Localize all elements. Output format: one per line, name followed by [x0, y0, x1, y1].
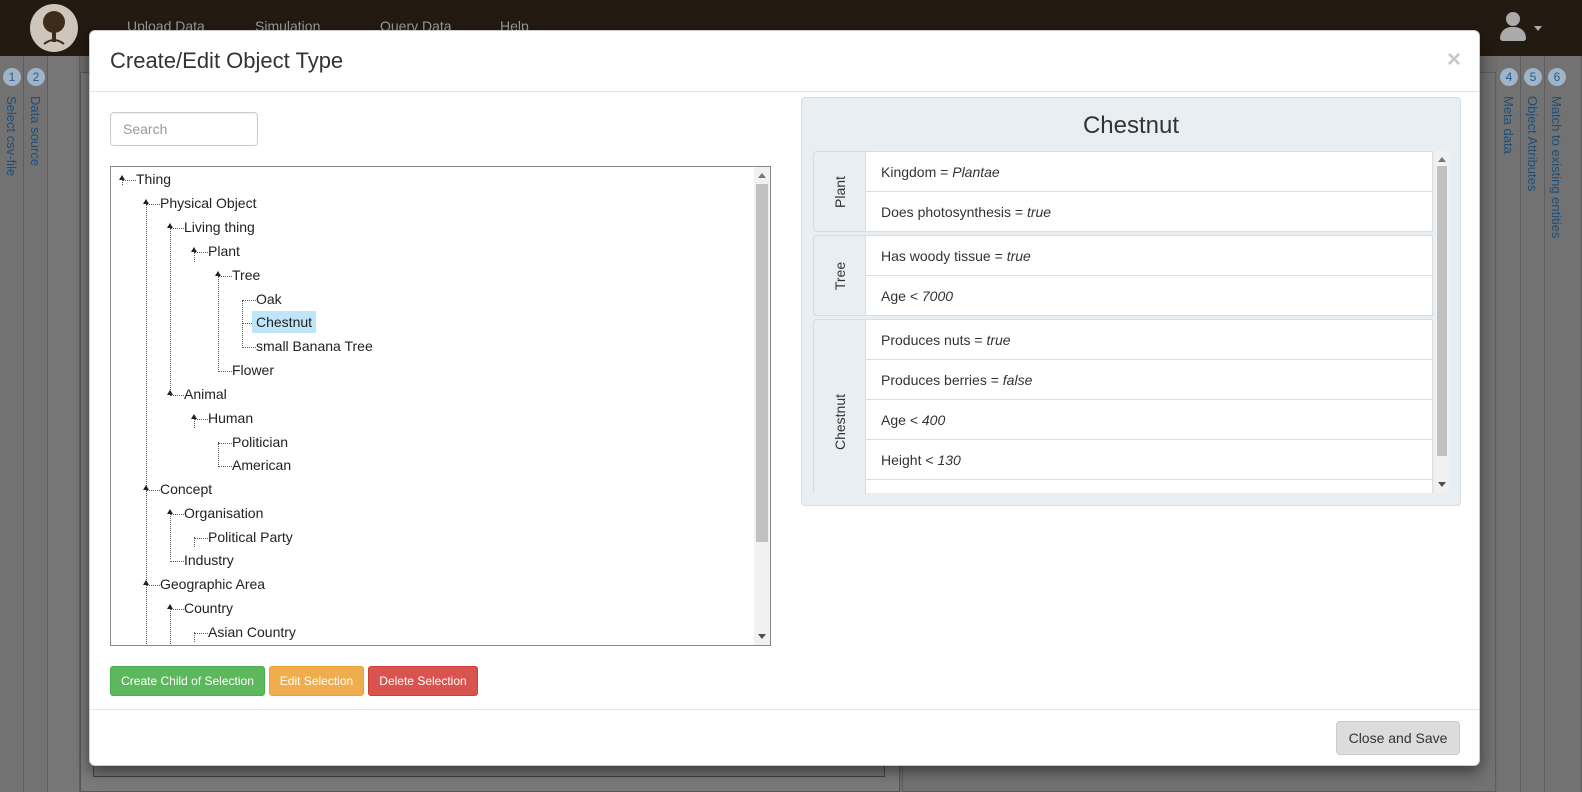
object-type-tree[interactable]: Thing Physical Object Living thing Plant…: [110, 166, 771, 646]
tree-node-geographic-area[interactable]: Geographic Area: [158, 573, 267, 595]
step-label: Match to existing entities: [1549, 96, 1564, 239]
modal-footer: Close and Save: [90, 709, 1479, 765]
attribute-row[interactable]: Has woody tissue = true: [865, 235, 1433, 276]
group-label: Plant: [831, 175, 848, 208]
chevron-down-icon: [1534, 26, 1542, 31]
detail-scrollbar[interactable]: [1435, 151, 1449, 493]
group-label: Tree: [831, 261, 848, 290]
attribute-group-tree: Tree Has woody tissue = true Age < 7000: [813, 235, 1433, 316]
scroll-up-arrow-icon[interactable]: [1438, 157, 1446, 162]
tree-scrollbar[interactable]: [754, 167, 770, 645]
expand-arrow-icon[interactable]: [215, 271, 221, 276]
attribute-row[interactable]: Age < 400: [865, 399, 1433, 440]
step-number: 5: [1524, 68, 1542, 86]
modal-header: Create/Edit Object Type ×: [90, 31, 1479, 92]
step-label: Object Attributes: [1525, 96, 1540, 192]
step-number: 4: [1500, 68, 1518, 86]
close-icon[interactable]: ×: [1447, 47, 1461, 73]
detail-title: Chestnut: [1082, 112, 1180, 139]
group-label: Chestnut: [831, 393, 848, 450]
tree-node-animal[interactable]: Animal: [182, 383, 229, 405]
tree-node-living-thing[interactable]: Living thing: [182, 216, 257, 238]
attribute-row[interactable]: Produces berries = false: [865, 359, 1433, 400]
scroll-up-arrow-icon[interactable]: [758, 173, 766, 178]
tree-node-physical-object[interactable]: Physical Object: [158, 192, 258, 214]
step-1-column[interactable]: 1 Select csv-file: [0, 56, 24, 792]
step-5-column[interactable]: 5 Object Attributes: [1521, 56, 1545, 792]
tree-node-oak[interactable]: Oak: [254, 288, 284, 310]
tree-node-thing[interactable]: Thing: [134, 168, 173, 190]
tree-node-concept[interactable]: Concept: [158, 478, 214, 500]
step-label: Data source: [28, 96, 43, 167]
attribute-row[interactable]: Produces nuts = true: [865, 319, 1433, 360]
step-number: 6: [1548, 68, 1566, 86]
expand-arrow-icon[interactable]: [167, 223, 173, 228]
modal-title: Create/Edit Object Type: [110, 48, 344, 73]
attribute-group-plant: Plant Kingdom = Plantae Does photosynthe…: [813, 151, 1433, 232]
step-4-column[interactable]: 4 Meta data: [1497, 56, 1521, 792]
tree-node-country[interactable]: Country: [182, 597, 235, 619]
attribute-row[interactable]: Height < 130: [865, 439, 1433, 480]
scroll-thumb[interactable]: [1437, 166, 1447, 456]
object-type-modal: Create/Edit Object Type × Search Thing P…: [89, 30, 1480, 766]
step-2-column[interactable]: 2 Data source: [24, 56, 48, 792]
tree-node-political-party[interactable]: Political Party: [206, 526, 295, 548]
expand-arrow-icon[interactable]: [191, 247, 197, 252]
object-detail-panel: Chestnut Plant Kingdom = Plantae Does ph…: [801, 97, 1461, 506]
create-child-button[interactable]: Create Child of Selection: [110, 666, 265, 696]
expand-arrow-icon[interactable]: [191, 414, 197, 419]
tree-logo-icon[interactable]: [30, 4, 78, 52]
close-and-save-button[interactable]: Close and Save: [1336, 721, 1460, 755]
tree-node-small-banana-tree[interactable]: small Banana Tree: [254, 335, 375, 357]
tree-node-chestnut[interactable]: Chestnut: [252, 311, 317, 333]
expand-arrow-icon[interactable]: [167, 604, 173, 609]
attribute-row[interactable]: Age < 7000: [865, 275, 1433, 316]
expand-arrow-icon[interactable]: [143, 199, 149, 204]
attribute-row[interactable]: [865, 479, 1433, 493]
tree-node-asian-country[interactable]: Asian Country: [206, 621, 298, 643]
step-number: 2: [27, 68, 45, 86]
tree-node-human[interactable]: Human: [206, 407, 255, 429]
user-menu[interactable]: [1498, 12, 1546, 44]
scroll-down-arrow-icon[interactable]: [1438, 482, 1446, 487]
attribute-group-chestnut: Chestnut Produces nuts = true Produces b…: [813, 319, 1433, 493]
scroll-down-arrow-icon[interactable]: [758, 634, 766, 639]
tree-node-politician[interactable]: Politician: [230, 431, 290, 453]
attribute-row[interactable]: Does photosynthesis = true: [865, 191, 1433, 232]
scroll-thumb[interactable]: [756, 184, 768, 542]
user-avatar-icon: [1506, 12, 1520, 26]
expand-arrow-icon[interactable]: [167, 509, 173, 514]
tree-node-flower[interactable]: Flower: [230, 359, 276, 381]
step-6-column[interactable]: 6 Match to existing entities: [1545, 56, 1582, 792]
tree-node-american[interactable]: American: [230, 454, 293, 476]
expand-arrow-icon[interactable]: [167, 390, 173, 395]
step-label: Select csv-file: [4, 96, 19, 177]
step-number: 1: [3, 68, 21, 86]
step-3-column: [48, 56, 80, 792]
tree-node-industry[interactable]: Industry: [182, 549, 236, 571]
delete-selection-button[interactable]: Delete Selection: [368, 666, 478, 696]
tree-node-plant[interactable]: Plant: [206, 240, 242, 262]
expand-arrow-icon[interactable]: [119, 175, 125, 180]
tree-node-tree[interactable]: Tree: [230, 264, 262, 286]
tree-node-organisation[interactable]: Organisation: [182, 502, 265, 524]
expand-arrow-icon[interactable]: [143, 580, 149, 585]
search-input[interactable]: [110, 112, 258, 146]
expand-arrow-icon[interactable]: [143, 485, 149, 490]
attribute-groups: Plant Kingdom = Plantae Does photosynthe…: [813, 151, 1449, 493]
attribute-row[interactable]: Kingdom = Plantae: [865, 151, 1433, 192]
edit-selection-button[interactable]: Edit Selection: [269, 666, 364, 696]
step-label: Meta data: [1501, 96, 1516, 154]
